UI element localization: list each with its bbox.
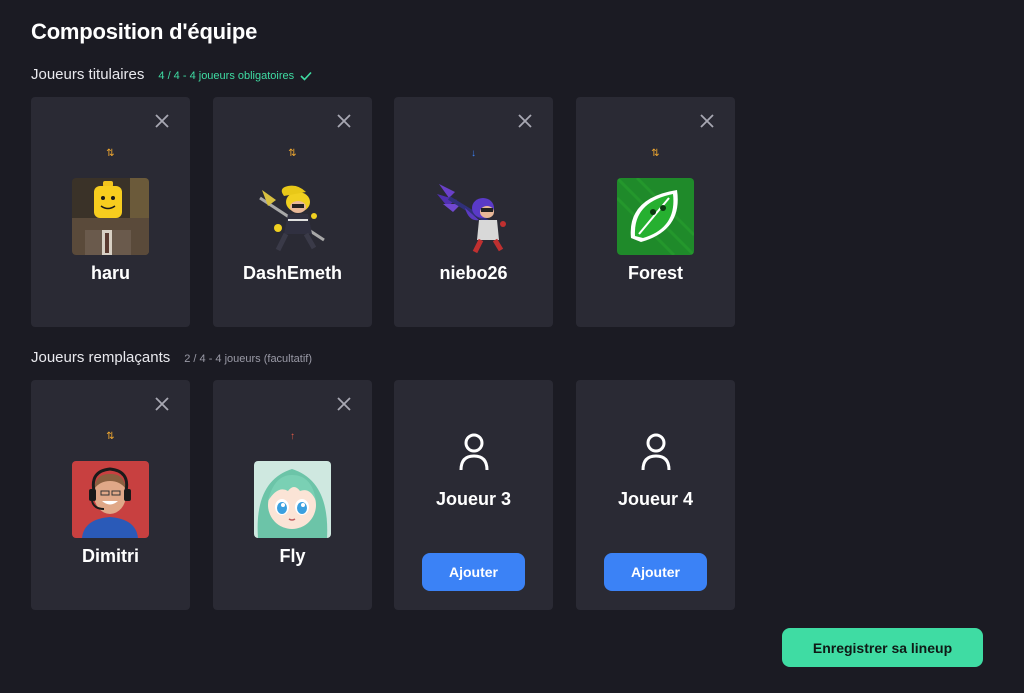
player-card: ⇅ Dimitri <box>31 380 190 610</box>
add-player-button[interactable]: Ajouter <box>422 553 525 591</box>
starters-status: 4 / 4 - 4 joueurs obligatoires <box>158 70 312 82</box>
add-player-button[interactable]: Ajouter <box>604 553 707 591</box>
check-icon <box>300 71 312 81</box>
team-composition-page: Composition d'équipe Joueurs titulaires … <box>0 0 1024 693</box>
leaf-avatar <box>617 178 694 255</box>
swap-arrows-icon: ⇅ <box>288 148 297 159</box>
player-card: ⇅ DashEmeth <box>213 97 372 327</box>
player-name: Fly <box>279 546 306 566</box>
player-name: niebo26 <box>439 263 508 283</box>
person-headset-avatar <box>72 461 149 538</box>
player-name: DashEmeth <box>242 263 343 283</box>
anime-girl-avatar <box>254 461 331 538</box>
arrow-up-icon: ↑ <box>290 431 295 442</box>
remove-player-close-icon[interactable] <box>336 396 352 412</box>
empty-slot-label: Joueur 4 <box>617 489 694 509</box>
empty-slot-card: Joueur 3 Ajouter <box>394 380 553 610</box>
player-name: Dimitri <box>81 546 139 566</box>
player-name: haru <box>90 263 130 283</box>
subs-status-text: 2 / 4 - 4 joueurs (facultatif) <box>184 353 313 365</box>
user-placeholder-icon <box>459 433 489 471</box>
arrow-down-icon: ↓ <box>471 148 476 159</box>
starters-header: Joueurs titulaires 4 / 4 - 4 joueurs obl… <box>31 66 312 83</box>
starters-label: Joueurs titulaires <box>31 66 145 83</box>
player-name: Forest <box>627 263 683 283</box>
empty-slot-card: Joueur 4 Ajouter <box>576 380 735 610</box>
remove-player-close-icon[interactable] <box>336 113 352 129</box>
player-card: ↑ Fly <box>213 380 372 610</box>
player-card: ⇅ haru <box>31 97 190 327</box>
inkling-yellow-avatar <box>254 178 331 255</box>
remove-player-close-icon[interactable] <box>154 396 170 412</box>
remove-player-close-icon[interactable] <box>517 113 533 129</box>
remove-player-close-icon[interactable] <box>154 113 170 129</box>
page-title: Composition d'équipe <box>31 19 258 44</box>
user-placeholder-icon <box>641 433 671 471</box>
player-card: ⇅ Forest <box>576 97 735 327</box>
empty-slot-label: Joueur 3 <box>435 489 512 509</box>
swap-arrows-icon: ⇅ <box>106 431 115 442</box>
save-lineup-button[interactable]: Enregistrer sa lineup <box>782 628 983 667</box>
player-card: ↓ niebo26 <box>394 97 553 327</box>
swap-arrows-icon: ⇅ <box>106 148 115 159</box>
remove-player-close-icon[interactable] <box>699 113 715 129</box>
starters-status-text: 4 / 4 - 4 joueurs obligatoires <box>158 70 295 82</box>
swap-arrows-icon: ⇅ <box>651 148 660 159</box>
subs-label: Joueurs remplaçants <box>31 349 171 366</box>
subs-status: 2 / 4 - 4 joueurs (facultatif) <box>184 353 312 365</box>
lego-avatar <box>72 178 149 255</box>
subs-header: Joueurs remplaçants 2 / 4 - 4 joueurs (f… <box>31 349 312 366</box>
inkling-purple-avatar <box>435 178 512 255</box>
